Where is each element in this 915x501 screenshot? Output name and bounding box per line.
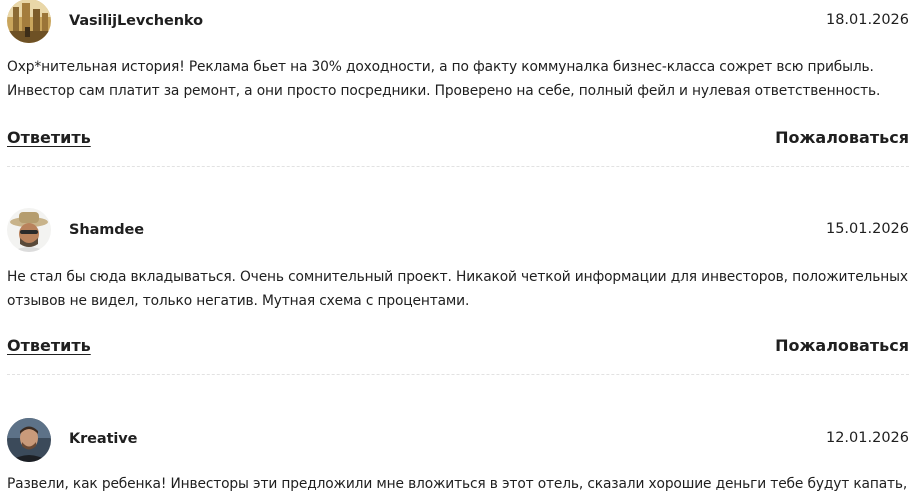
comment-header: Kreative 12.01.2026 — [0, 418, 909, 462]
report-button[interactable]: Пожаловаться — [775, 128, 909, 147]
comment-item: Kreative 12.01.2026 Развели, как ребенка… — [0, 418, 915, 501]
comment-divider — [7, 374, 909, 375]
comment-header: Shamdee 15.01.2026 — [0, 208, 909, 252]
comment-date: 12.01.2026 — [825, 430, 909, 446]
avatar-photo-man-icon — [7, 418, 51, 462]
avatar-photo-city-icon — [7, 0, 51, 43]
reply-button[interactable]: Ответить — [7, 128, 91, 147]
comment-date: 15.01.2026 — [825, 221, 909, 237]
avatar[interactable] — [7, 418, 51, 462]
comment-author: VasilijLevchenko — [69, 13, 203, 29]
report-button[interactable]: Пожаловаться — [775, 336, 909, 355]
comment-date: 18.01.2026 — [825, 12, 909, 28]
comment-author: Shamdee — [69, 222, 145, 238]
avatar[interactable] — [7, 0, 51, 43]
comment-item: VasilijLevchenko 18.01.2026 Охр*нительна… — [0, 0, 915, 210]
comment-author: Kreative — [69, 431, 138, 447]
avatar[interactable] — [7, 208, 51, 252]
comment-text: Развели, как ребенка! Инвесторы эти пред… — [7, 476, 908, 501]
comments-list: VasilijLevchenko 18.01.2026 Охр*нительна… — [0, 0, 915, 501]
avatar-photo-hat-man-icon — [7, 208, 51, 252]
comment-text: Не стал бы сюда вкладываться. Очень сомн… — [7, 269, 908, 309]
comment-divider — [7, 166, 909, 167]
comment-item: Shamdee 15.01.2026 Не стал бы сюда вклад… — [0, 208, 915, 418]
comment-header: VasilijLevchenko 18.01.2026 — [0, 0, 909, 44]
comment-text: Охр*нительная история! Реклама бьет на 3… — [7, 59, 881, 99]
reply-button[interactable]: Ответить — [7, 336, 91, 355]
